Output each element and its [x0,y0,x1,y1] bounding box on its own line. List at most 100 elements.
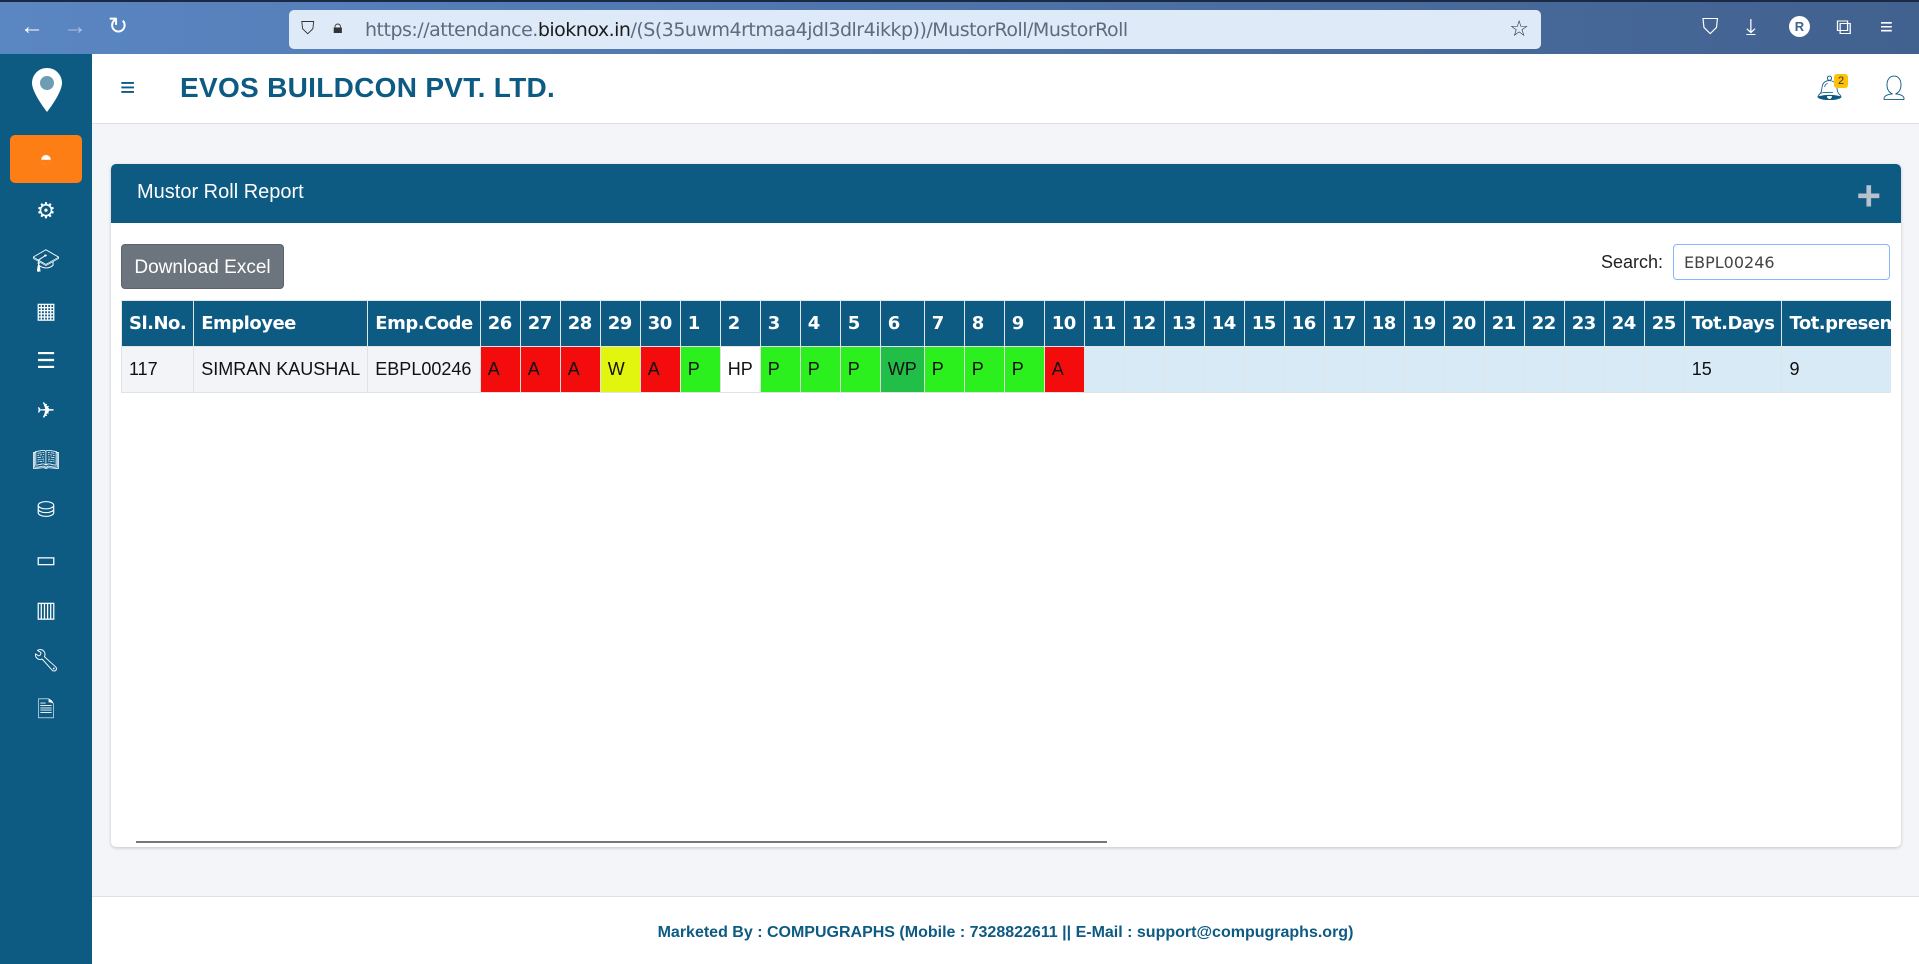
shield-icon[interactable]: ⛉ [301,18,315,39]
column-header[interactable]: 15 [1243,300,1285,347]
hamburger-icon[interactable]: ≡ [120,72,135,103]
column-header[interactable]: 19 [1403,300,1445,347]
menu-icon[interactable]: ≡ [1880,14,1893,40]
column-header[interactable]: 26 [479,300,521,347]
plane-icon: ✈ [36,398,56,423]
location-fingerprint-logo[interactable] [32,68,62,112]
column-header[interactable]: 8 [963,300,1005,347]
plus-icon[interactable]: + [1856,172,1881,220]
column-header[interactable]: 2 [719,300,761,347]
address-bar[interactable]: ⛉ 🔒︎ https://attendance.bioknox.in/(S(35… [289,10,1541,49]
emp-code-cell: EBPL00246 [367,346,481,393]
sidebar-item-book[interactable]: 📖︎ [10,436,82,484]
sidebar-item-training[interactable]: 🎓︎ [10,237,82,285]
column-header[interactable]: 24 [1603,300,1645,347]
attendance-cell [1403,346,1445,393]
mustor-roll-table: Sl.No. Employee Emp.Code 26 27 28 29 30 1 2 3 4 5 6 7 8… [121,300,1891,393]
forward-icon[interactable]: → [63,14,87,40]
sidebar: ◓ ⚙ 🎓︎ ▦ ☰ ✈ 📖︎ ⛁ ▭ ▥ 🔧︎ 🗎 [0,54,92,964]
reload-icon[interactable]: ↻ [108,14,128,40]
column-header[interactable]: 18 [1363,300,1405,347]
sidebar-item-travel[interactable]: ✈ [10,387,82,435]
footer: Marketed By : COMPUGRAPHS (Mobile : 7328… [92,896,1919,964]
pocket-icon[interactable]: ⛉ [1702,14,1719,40]
column-header[interactable]: 6 [879,300,925,347]
wallet-icon: ▭ [35,547,57,572]
wrench-icon: 🔧︎ [32,648,60,673]
attendance-cell: A [559,346,601,393]
column-header[interactable]: 29 [599,300,641,347]
attendance-cell: A [479,346,521,393]
column-header[interactable]: 12 [1123,300,1165,347]
column-header[interactable]: 16 [1283,300,1325,347]
column-header[interactable]: 3 [759,300,801,347]
column-header[interactable]: Emp.Code [367,300,481,347]
attendance-cell [1603,346,1645,393]
column-header[interactable]: 14 [1203,300,1245,347]
attendance-cell [1083,346,1125,393]
column-header[interactable]: 11 [1083,300,1125,347]
attendance-cell: A [519,346,561,393]
star-icon[interactable]: ☆ [1509,16,1529,42]
column-header[interactable]: 17 [1323,300,1365,347]
checklist-icon: ☰ [36,348,56,373]
lock-icon[interactable]: 🔒︎ [333,17,343,38]
sidebar-item-wallet[interactable]: ▭ [10,536,82,584]
column-header[interactable]: 23 [1563,300,1605,347]
column-header[interactable]: 20 [1443,300,1485,347]
column-header[interactable]: 7 [923,300,965,347]
attendance-cell [1203,346,1245,393]
footer-text: Marketed By : COMPUGRAPHS (Mobile : 7328… [657,924,1354,941]
app-header: ≡ EVOS BUILDCON PVT. LTD. 🔔︎ 2 👤︎ [92,54,1919,124]
sidebar-item-finance[interactable]: ⛁ [10,486,82,534]
attendance-cell: W [599,346,641,393]
column-header[interactable]: 22 [1523,300,1565,347]
attendance-cell [1283,346,1325,393]
column-header[interactable]: Tot.Days [1683,300,1783,347]
attendance-cell [1643,346,1685,393]
attendance-cell [1483,346,1525,393]
column-header[interactable]: 13 [1163,300,1205,347]
attendance-cell [1523,346,1565,393]
attendance-cell [1323,346,1365,393]
download-icon[interactable]: ⤓ [1746,14,1756,40]
company-title: EVOS BUILDCON PVT. LTD. [180,72,556,103]
sidebar-item-table[interactable]: ▦ [10,287,82,335]
column-header[interactable]: 4 [799,300,841,347]
extensions-icon[interactable]: ⧉ [1836,14,1852,40]
sidebar-item-tasks[interactable]: ☰ [10,337,82,385]
column-header[interactable]: 30 [639,300,681,347]
column-header[interactable]: 28 [559,300,601,347]
sidebar-item-tools[interactable]: 🔧︎ [10,637,82,685]
sidebar-item-dashboard[interactable]: ◓ [10,135,82,183]
attendance-cell [1443,346,1485,393]
attendance-cell [1243,346,1285,393]
column-header[interactable]: 21 [1483,300,1525,347]
gear-icon: ⚙ [36,198,56,223]
url-text[interactable]: https://attendance.bioknox.in/(S(35uwm4r… [365,19,1128,41]
profile-avatar[interactable]: R [1789,16,1810,37]
user-icon[interactable]: 👤︎ [1879,74,1909,103]
horizontal-scrollbar[interactable] [136,841,1107,843]
column-header[interactable]: 10 [1043,300,1085,347]
column-header[interactable]: Sl.No. [121,300,195,347]
sidebar-item-settings[interactable]: ⚙ [10,187,82,235]
column-header[interactable]: Tot.present [1781,300,1891,347]
attendance-cell: P [799,346,841,393]
column-header[interactable]: 25 [1643,300,1685,347]
sidebar-item-reports[interactable]: 🗎 [10,686,82,734]
attendance-cell: P [923,346,965,393]
notification-badge: 2 [1834,74,1849,88]
mustor-roll-panel: Mustor Roll Report + Download Excel Sear… [111,164,1901,847]
attendance-cell [1563,346,1605,393]
tot-present-cell: 9 [1781,346,1891,393]
column-header[interactable]: 27 [519,300,561,347]
sidebar-item-company[interactable]: ▥ [10,586,82,634]
column-header[interactable]: 5 [839,300,881,347]
column-header[interactable]: 1 [679,300,721,347]
column-header[interactable]: 9 [1003,300,1045,347]
search-input[interactable] [1673,244,1890,280]
back-icon[interactable]: ← [20,14,44,40]
download-excel-button[interactable]: Download Excel [121,244,284,289]
column-header[interactable]: Employee [193,300,369,347]
